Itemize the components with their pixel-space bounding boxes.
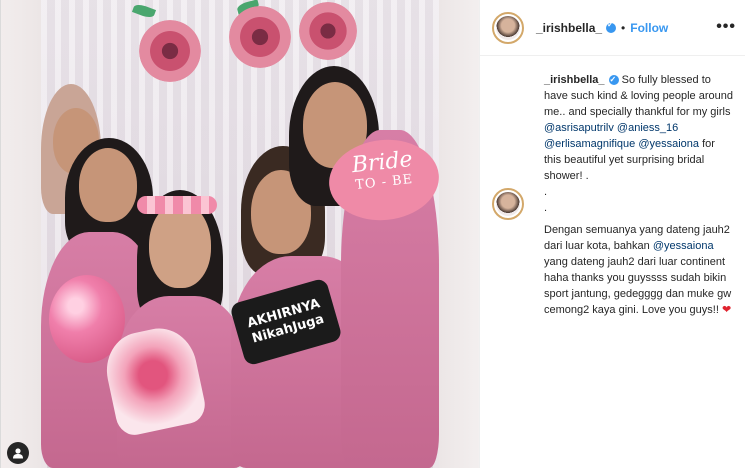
verified-icon (606, 20, 617, 33)
instagram-post: AKHIRNYA NikahJuga Bride TO - BE _irishb… (0, 0, 745, 468)
verified-icon (608, 72, 619, 88)
paper-flower (139, 20, 201, 82)
photo-margin-right (439, 0, 479, 468)
paper-flower (299, 2, 357, 60)
avatar[interactable] (492, 188, 524, 220)
photo-margin-left (1, 0, 41, 468)
comment-item: Dengan semuanya yang dateng jauh2 dari l… (492, 188, 734, 318)
avatar-image (496, 15, 520, 40)
mention-link[interactable]: @yessaiona (653, 240, 714, 252)
post-photo: AKHIRNYA NikahJuga Bride TO - BE (41, 0, 439, 468)
avatar[interactable] (492, 11, 524, 44)
mention-link[interactable]: @asrisaputrilv (544, 122, 614, 134)
header-separator: • (621, 20, 626, 35)
mention-link[interactable]: @yessaiona (638, 138, 699, 150)
comment-text-part2: yang dateng jauh2 dari luar continent ha… (544, 256, 732, 316)
caption-username[interactable]: _irishbella_ (544, 74, 605, 86)
mention-link[interactable]: @erlisamagnifique (544, 138, 635, 150)
tagged-users-icon[interactable] (7, 442, 29, 464)
flower-crown (137, 196, 217, 214)
comments-list[interactable]: _irishbella_ So fully blessed to have su… (480, 56, 745, 468)
mention-link[interactable]: @aniess_16 (617, 122, 678, 134)
more-options-icon[interactable]: ••• (716, 18, 736, 36)
post-side-panel: _irishbella_ • Follow ••• _irishbella_ S… (480, 0, 745, 468)
post-header: _irishbella_ • Follow ••• (480, 0, 745, 56)
post-media[interactable]: AKHIRNYA NikahJuga Bride TO - BE (1, 0, 480, 468)
heart-icon: ❤ (721, 304, 732, 316)
follow-button[interactable]: Follow (630, 21, 668, 35)
comment-text: Dengan semuanya yang dateng jauh2 dari l… (544, 188, 734, 318)
header-username[interactable]: _irishbella_ (536, 21, 602, 35)
paper-flower (229, 6, 291, 68)
avatar-image (496, 192, 520, 216)
